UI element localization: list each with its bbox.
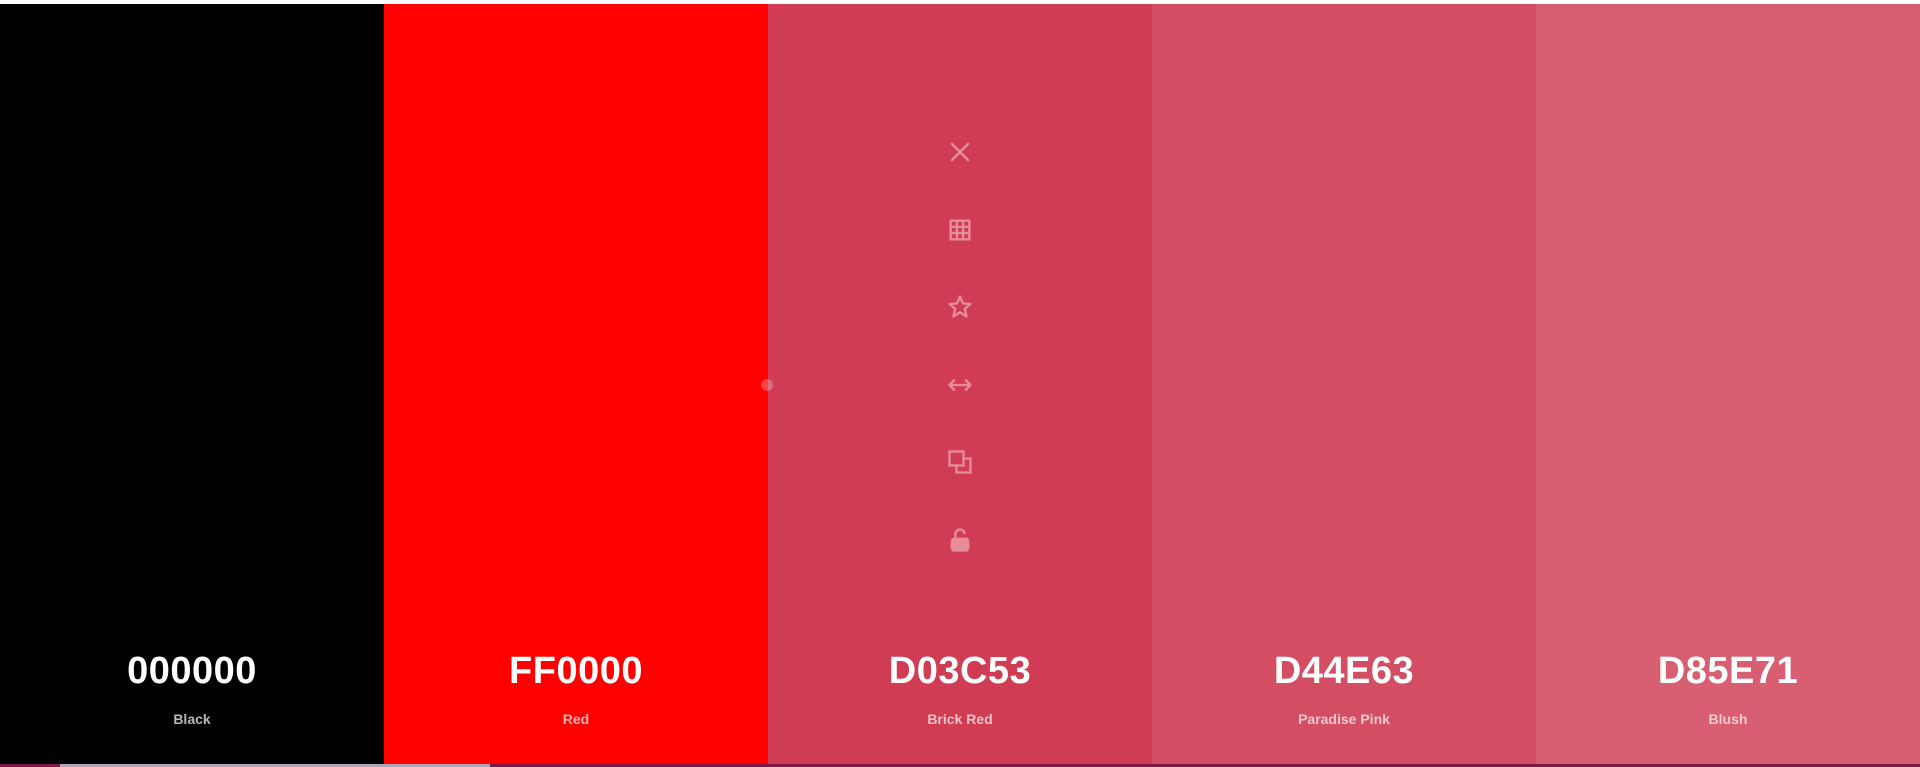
close-icon xyxy=(950,142,970,162)
swatch-red[interactable]: FF0000 Red xyxy=(384,4,768,764)
save-color-button[interactable] xyxy=(940,287,980,327)
hex-code[interactable]: D85E71 xyxy=(1536,650,1920,693)
swatch-toolbar xyxy=(935,132,985,597)
hex-code[interactable]: D44E63 xyxy=(1152,650,1536,693)
hex-code[interactable]: 000000 xyxy=(0,650,384,693)
color-palette: 000000 Black FF0000 Red D03C53 Brick Red… xyxy=(0,4,1920,764)
swatch-paradise-pink[interactable]: D44E63 Paradise Pink xyxy=(1152,4,1536,764)
color-name[interactable]: Black xyxy=(0,711,384,727)
add-color-handle[interactable] xyxy=(761,379,773,391)
drag-arrows-icon xyxy=(948,378,972,391)
star-icon xyxy=(948,295,972,318)
swatch-brick-red[interactable]: D03C53 Brick Red xyxy=(768,4,1152,764)
hex-code[interactable]: D03C53 xyxy=(768,650,1152,693)
copy-icon xyxy=(948,450,972,474)
lock-color-button[interactable] xyxy=(940,520,980,560)
swatch-black[interactable]: 000000 Black xyxy=(0,4,384,764)
color-name[interactable]: Red xyxy=(384,711,768,727)
hex-code[interactable]: FF0000 xyxy=(384,650,768,693)
remove-color-button[interactable] xyxy=(940,132,980,172)
shades-grid-icon xyxy=(949,219,971,240)
drag-button[interactable] xyxy=(940,365,980,405)
unlock-icon xyxy=(950,527,970,552)
color-name[interactable]: Brick Red xyxy=(768,711,1152,727)
view-shades-button[interactable] xyxy=(940,210,980,250)
copy-hex-button[interactable] xyxy=(940,442,980,482)
color-name[interactable]: Paradise Pink xyxy=(1152,711,1536,727)
color-name[interactable]: Blush xyxy=(1536,711,1920,727)
swatch-blush[interactable]: D85E71 Blush xyxy=(1536,4,1920,764)
